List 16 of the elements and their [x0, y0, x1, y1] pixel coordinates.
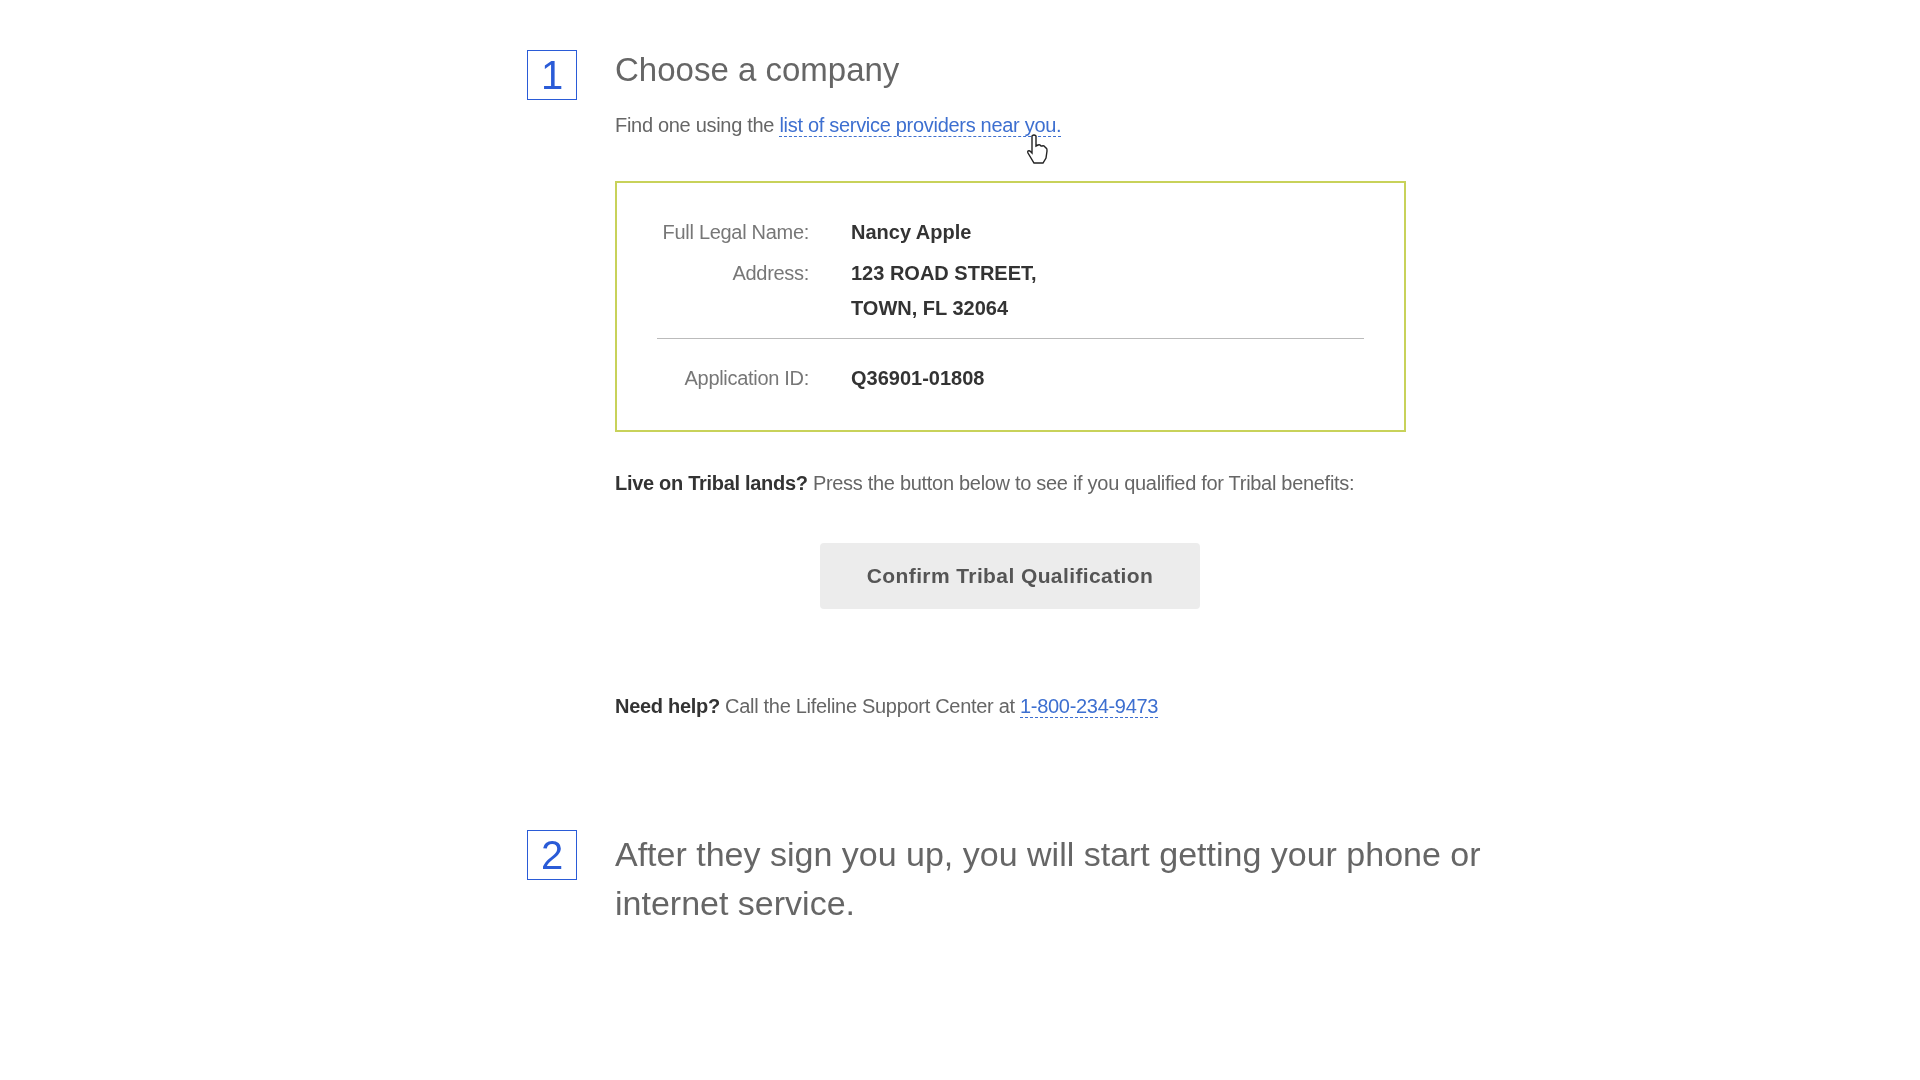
confirm-tribal-button[interactable]: Confirm Tribal Qualification	[820, 543, 1200, 609]
phone-link[interactable]: 1-800-234-9473	[1020, 695, 1159, 718]
field-label: Full Legal Name:	[662, 221, 809, 244]
tribal-text: Live on Tribal lands? Press the button below to see if you qualified for Tribal benefits:	[615, 472, 1355, 495]
field-value: 123 ROAD STREET,	[851, 262, 1037, 285]
field-value: Q36901-01808	[851, 367, 985, 390]
field-value: TOWN, FL 32064	[851, 297, 1009, 320]
hand-pointer-icon	[1026, 134, 1048, 164]
field-value: Nancy Apple	[851, 221, 972, 244]
step-number: 2	[527, 830, 577, 880]
step-number: 1	[527, 50, 577, 100]
help-text: Need help? Call the Lifeline Support Center at 1-800-234-9473	[615, 695, 1159, 718]
field-label: Address:	[732, 262, 809, 286]
step-title: After they sign you up, you will start getting your phone or internet service.	[615, 834, 1482, 924]
step-title: Choose a company	[615, 50, 900, 90]
field-label: Application ID:	[684, 367, 809, 390]
